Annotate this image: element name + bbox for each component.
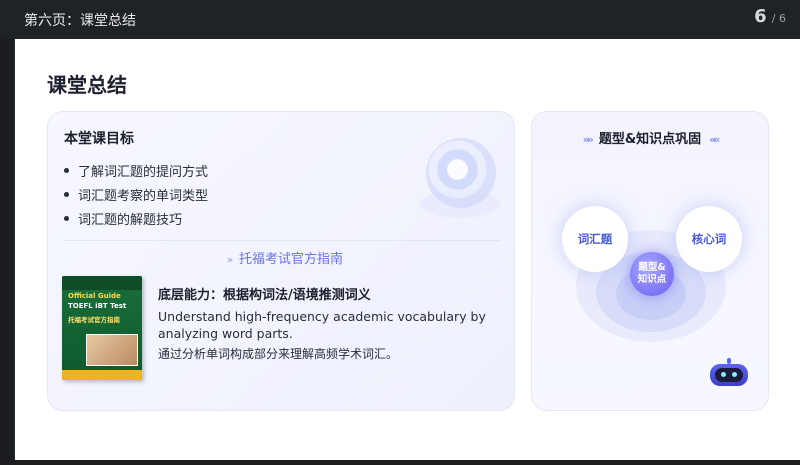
- review-title: »» 题型&知识点巩固 ««: [582, 132, 721, 147]
- book-cover-image: Official Guide TOEFL iBT Test 托福考试官方指南: [62, 276, 142, 380]
- list-item: 词汇题考察的单词类型: [64, 182, 208, 206]
- book-title-line2: TOEFL iBT Test: [68, 302, 127, 310]
- slide-title: 课堂总结: [47, 73, 127, 97]
- guide-title: » 托福考试官方指南: [226, 252, 344, 267]
- page-indicator: 6 / 6: [754, 6, 786, 27]
- page-title-bar: 第六页：课堂总结: [24, 13, 136, 29]
- goals-card: 本堂课目标 了解词汇题的提问方式 词汇题考察的单词类型 词汇题的解题技巧 » 托福…: [47, 111, 515, 411]
- bullet-icon: [64, 167, 69, 173]
- divider: [64, 240, 500, 241]
- slide-canvas: 课堂总结 本堂课目标 了解词汇题的提问方式 词汇题考察的单词类型 词汇题的解题技…: [14, 39, 800, 460]
- decorative-disk-icon: [426, 138, 496, 208]
- page-total: / 6: [771, 12, 786, 25]
- bubble-core-words: 核心词: [676, 206, 742, 272]
- review-card: »» 题型&知识点巩固 «« 词汇题 核心词 题型& 知识点: [531, 111, 769, 411]
- book-title-line3: 托福考试官方指南: [68, 316, 120, 324]
- list-item: 词汇题的解题技巧: [64, 206, 208, 230]
- bubble-vocab: 词汇题: [562, 206, 628, 272]
- ability-english: Understand high-frequency academic vocab…: [158, 309, 486, 341]
- goals-heading: 本堂课目标: [64, 131, 134, 147]
- book-photo: [86, 334, 138, 366]
- top-bar: 第六页：课堂总结 6 / 6: [0, 0, 800, 39]
- ability-heading: 底层能力：根据构词法/语境推测词义: [158, 288, 371, 303]
- page-current: 6: [754, 6, 767, 27]
- robot-icon[interactable]: [708, 358, 750, 388]
- chevron-right-icon: »: [226, 255, 233, 266]
- bullet-icon: [64, 215, 69, 221]
- goals-list: 了解词汇题的提问方式 词汇题考察的单词类型 词汇题的解题技巧: [64, 158, 208, 230]
- book-title-line1: Official Guide: [68, 292, 121, 300]
- bubble-center: 题型& 知识点: [630, 252, 674, 296]
- list-item: 了解词汇题的提问方式: [64, 158, 208, 182]
- chevron-right-icon: »»: [582, 133, 594, 146]
- bullet-icon: [64, 191, 69, 197]
- chevron-left-icon: ««: [709, 133, 720, 146]
- ability-chinese: 通过分析单词构成部分来理解高频学术词汇。: [158, 347, 399, 361]
